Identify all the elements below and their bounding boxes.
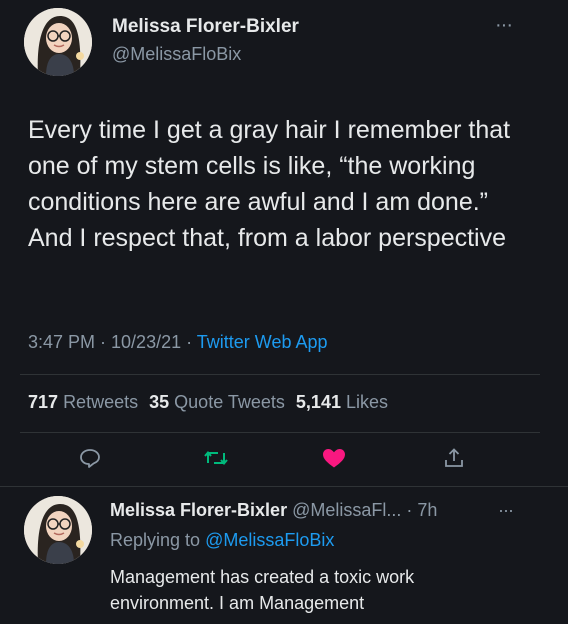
divider [20, 374, 540, 375]
reply-handle-time[interactable]: @MelissaFl... · 7h [292, 500, 437, 520]
heart-icon [323, 449, 345, 468]
retweet-button[interactable] [198, 440, 234, 476]
share-button[interactable] [436, 440, 472, 476]
tweet-timestamp[interactable]: 3:47 PM · 10/23/21 · [28, 332, 192, 352]
retweets-label: Retweets [63, 392, 139, 412]
reply-icon [80, 449, 100, 468]
retweets-stat[interactable]: 717 Retweets [28, 392, 143, 412]
divider [20, 432, 540, 433]
like-button[interactable] [316, 440, 352, 476]
quote-count: 35 [149, 392, 170, 412]
reply-text: Management has created a toxic work envi… [110, 567, 415, 613]
quote-tweets-stat[interactable]: 35 Quote Tweets [149, 392, 290, 412]
tweet-text: Every time I get a gray hair I remember … [28, 116, 511, 252]
avatar-image [24, 496, 92, 564]
tweet-source-link[interactable]: Twitter Web App [197, 332, 328, 352]
author-display-name[interactable]: Melissa Florer-Bixler [112, 16, 299, 38]
retweet-icon [204, 450, 228, 466]
reply-more-options-icon[interactable]: ··· [498, 500, 514, 521]
likes-stat[interactable]: 5,141 Likes [296, 392, 388, 412]
author-handle[interactable]: @MelissaFloBix [112, 44, 241, 65]
divider [0, 486, 568, 487]
replying-to-handle[interactable]: @MelissaFloBix [205, 530, 334, 550]
reply-avatar[interactable] [24, 496, 92, 564]
avatar-image [24, 8, 92, 76]
replying-to: Replying to @MelissaFloBix [110, 530, 334, 551]
reply-header: Melissa Florer-Bixler @MelissaFl... · 7h [110, 500, 437, 521]
avatar[interactable] [24, 8, 92, 76]
retweets-count: 717 [28, 392, 59, 412]
reply-display-name[interactable]: Melissa Florer-Bixler [110, 500, 287, 520]
replying-to-label: Replying to [110, 530, 201, 550]
tweet-stats: 717 Retweets 35 Quote Tweets 5,141 Likes [28, 392, 388, 413]
likes-label: Likes [345, 392, 389, 412]
likes-count: 5,141 [295, 392, 341, 412]
share-icon [445, 448, 463, 467]
more-options-icon[interactable]: ··· [495, 14, 513, 37]
tweet-metadata: 3:47 PM · 10/23/21 · Twitter Web App [28, 332, 328, 353]
reply-button[interactable] [72, 440, 108, 476]
quote-label: Quote Tweets [174, 392, 285, 412]
